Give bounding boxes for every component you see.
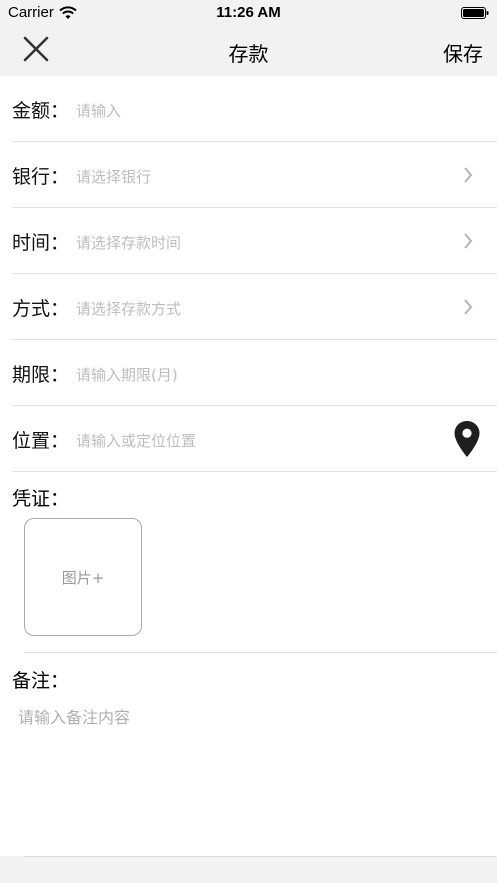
chevron-right-icon (463, 166, 473, 184)
status-time: 11:26 AM (216, 4, 281, 21)
chevron-right-icon (463, 232, 473, 250)
time-row[interactable]: 时间： 请选择存款时间 (0, 208, 497, 274)
time-select[interactable]: 请选择存款时间 (76, 232, 181, 253)
divider (24, 652, 497, 653)
bank-select[interactable]: 请选择银行 (76, 166, 151, 187)
amount-input[interactable]: 请输入 (76, 100, 121, 121)
add-photo-button[interactable]: 图片+ (24, 518, 142, 636)
chevron-right-icon (463, 298, 473, 316)
term-input[interactable]: 请输入期限(月) (76, 364, 178, 385)
term-label: 期限： (12, 364, 70, 386)
location-row[interactable]: 位置： 请输入或定位位置 (0, 406, 497, 472)
method-select[interactable]: 请选择存款方式 (76, 298, 181, 319)
location-label: 位置： (12, 430, 70, 452)
time-label: 时间： (12, 232, 70, 254)
bottom-divider (24, 856, 497, 857)
screen: Carrier 11:26 AM 存款 保存 金额： 请输入 银行： 请选择银行… (0, 0, 497, 883)
voucher-label: 凭证： (12, 488, 70, 510)
term-row[interactable]: 期限： 请输入期限(月) (0, 340, 497, 406)
location-pin-icon[interactable] (453, 420, 481, 458)
divider (12, 471, 497, 472)
remark-label: 备注： (12, 670, 70, 692)
status-bar: Carrier 11:26 AM (0, 0, 497, 26)
remark-textarea[interactable]: 请输入备注内容 (18, 704, 478, 844)
bank-row[interactable]: 银行： 请选择银行 (0, 142, 497, 208)
add-photo-label: 图片+ (61, 568, 105, 587)
battery-icon (461, 6, 489, 19)
save-button[interactable]: 保存 (443, 38, 483, 67)
amount-row[interactable]: 金额： 请输入 (0, 76, 497, 142)
page-title: 存款 (228, 42, 269, 66)
method-label: 方式： (12, 298, 70, 320)
method-row[interactable]: 方式： 请选择存款方式 (0, 274, 497, 340)
nav-bar: 存款 保存 (0, 26, 497, 76)
bank-label: 银行： (12, 166, 70, 188)
deposit-form: 金额： 请输入 银行： 请选择银行 时间： 请选择存款时间 方式： 请选择存款方… (0, 76, 497, 856)
location-input[interactable]: 请输入或定位位置 (76, 430, 196, 451)
amount-label: 金额： (12, 100, 70, 122)
